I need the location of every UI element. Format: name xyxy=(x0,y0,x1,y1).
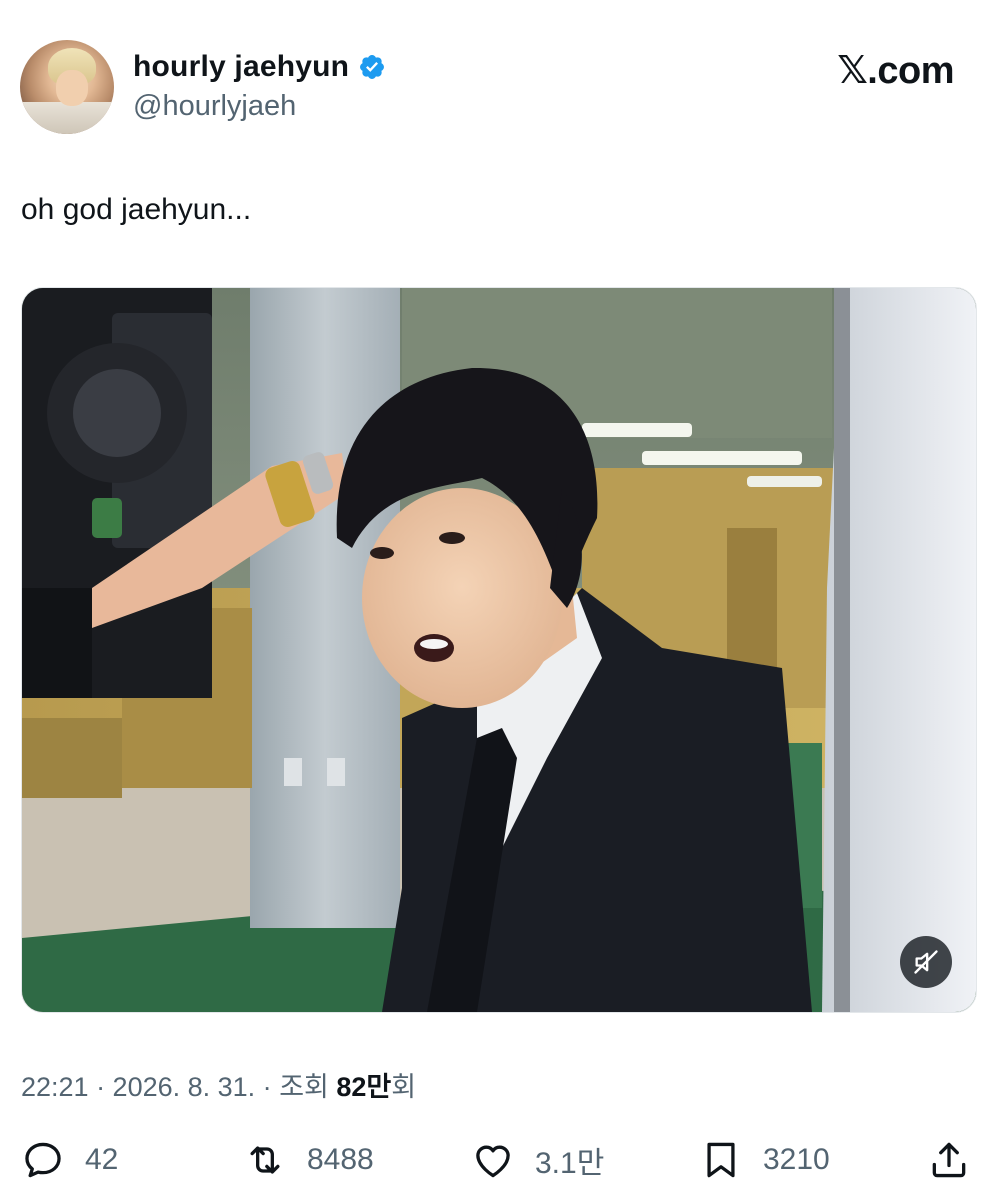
mute-toggle-button[interactable] xyxy=(900,936,952,988)
like-button[interactable]: 3.1만 xyxy=(471,1136,604,1184)
verified-badge-icon xyxy=(360,55,385,79)
tweet-video[interactable] xyxy=(21,287,977,1013)
views-label: 조회 xyxy=(279,1072,337,1102)
tweet-timestamp[interactable]: 22:21 · 2026. 8. 31. · xyxy=(21,1072,279,1102)
video-frame xyxy=(22,288,976,1012)
reply-button[interactable]: 42 xyxy=(21,1136,118,1184)
avatar-face xyxy=(56,70,88,106)
tweet-meta: 22:21 · 2026. 8. 31. · 조회 82만회 xyxy=(21,1065,416,1104)
share-icon xyxy=(932,1142,966,1178)
author-display-name-text: hourly jaehyun xyxy=(133,50,350,83)
like-count: 3.1만 xyxy=(535,1147,605,1180)
reply-icon xyxy=(25,1142,61,1178)
repost-count: 8488 xyxy=(307,1143,374,1176)
author-handle[interactable]: @hourlyjaeh xyxy=(133,90,296,123)
like-icon xyxy=(476,1145,510,1178)
views-count: 82만 xyxy=(336,1072,392,1102)
reply-count: 42 xyxy=(85,1143,119,1176)
avatar[interactable] xyxy=(20,40,114,134)
views-suffix: 회 xyxy=(391,1072,417,1102)
bookmark-count: 3210 xyxy=(763,1143,830,1176)
repost-icon xyxy=(250,1146,280,1174)
tweet-text: oh god jaehyun... xyxy=(21,193,252,226)
muted-speaker-icon xyxy=(914,950,938,974)
repost-button[interactable]: 8488 xyxy=(243,1136,374,1184)
bookmark-icon xyxy=(707,1142,735,1178)
tweet-actions: 42 8488 3.1만 3210 xyxy=(21,1136,975,1184)
share-button[interactable] xyxy=(927,1136,971,1184)
bookmark-button[interactable]: 3210 xyxy=(699,1136,830,1184)
author-display-name[interactable]: hourly jaehyun xyxy=(133,50,386,84)
x-com-logo: 𝕏.com xyxy=(837,50,954,92)
avatar-body xyxy=(20,102,114,134)
